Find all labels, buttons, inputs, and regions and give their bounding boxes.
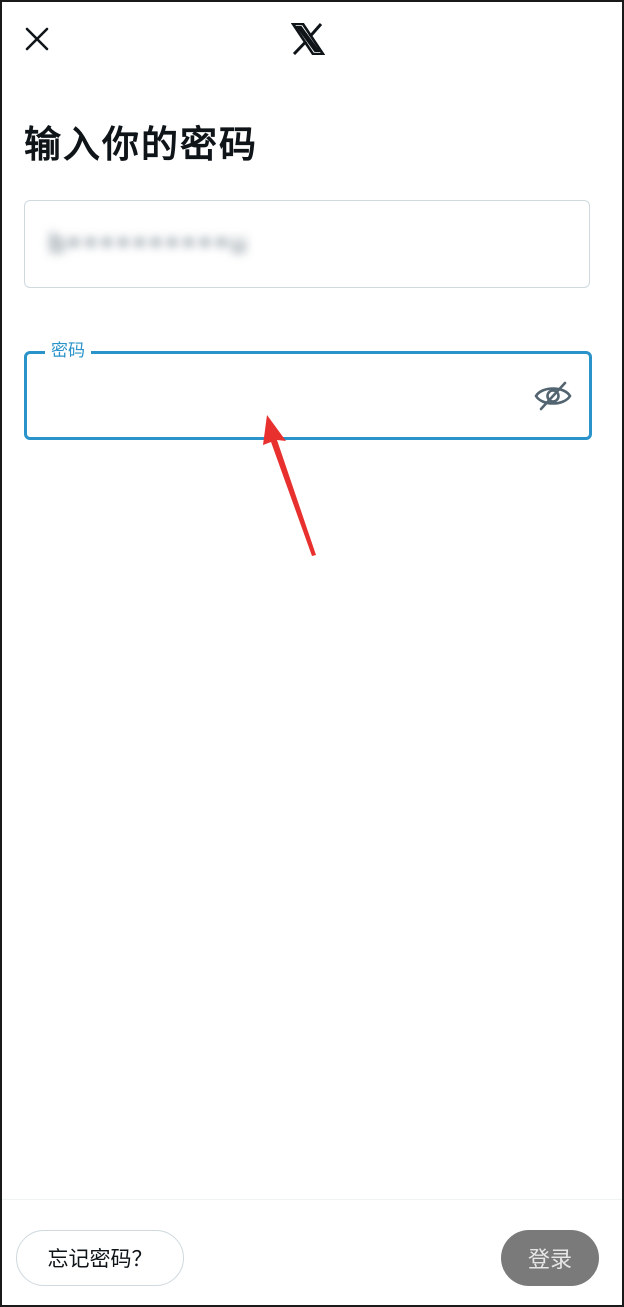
forgot-password-button[interactable]: 忘记密码？: [16, 1230, 184, 1286]
x-logo-icon: [290, 22, 326, 56]
password-label: 密码: [45, 341, 91, 361]
annotation-arrow: [263, 415, 316, 556]
close-button[interactable]: [22, 24, 52, 54]
page-title: 输入你的密码: [24, 123, 258, 166]
eye-off-icon: [534, 381, 572, 411]
username-value: b••••••••••u: [49, 229, 248, 259]
password-visibility-toggle[interactable]: [533, 376, 573, 416]
bottom-action-bar: 忘记密码？ 登录: [2, 1199, 622, 1305]
username-field[interactable]: b••••••••••u: [24, 200, 590, 288]
login-password-screen: 输入你的密码 b••••••••••u 密码 忘记密码？ 登录: [0, 0, 624, 1307]
login-button[interactable]: 登录: [501, 1230, 599, 1286]
close-icon: [25, 27, 49, 51]
